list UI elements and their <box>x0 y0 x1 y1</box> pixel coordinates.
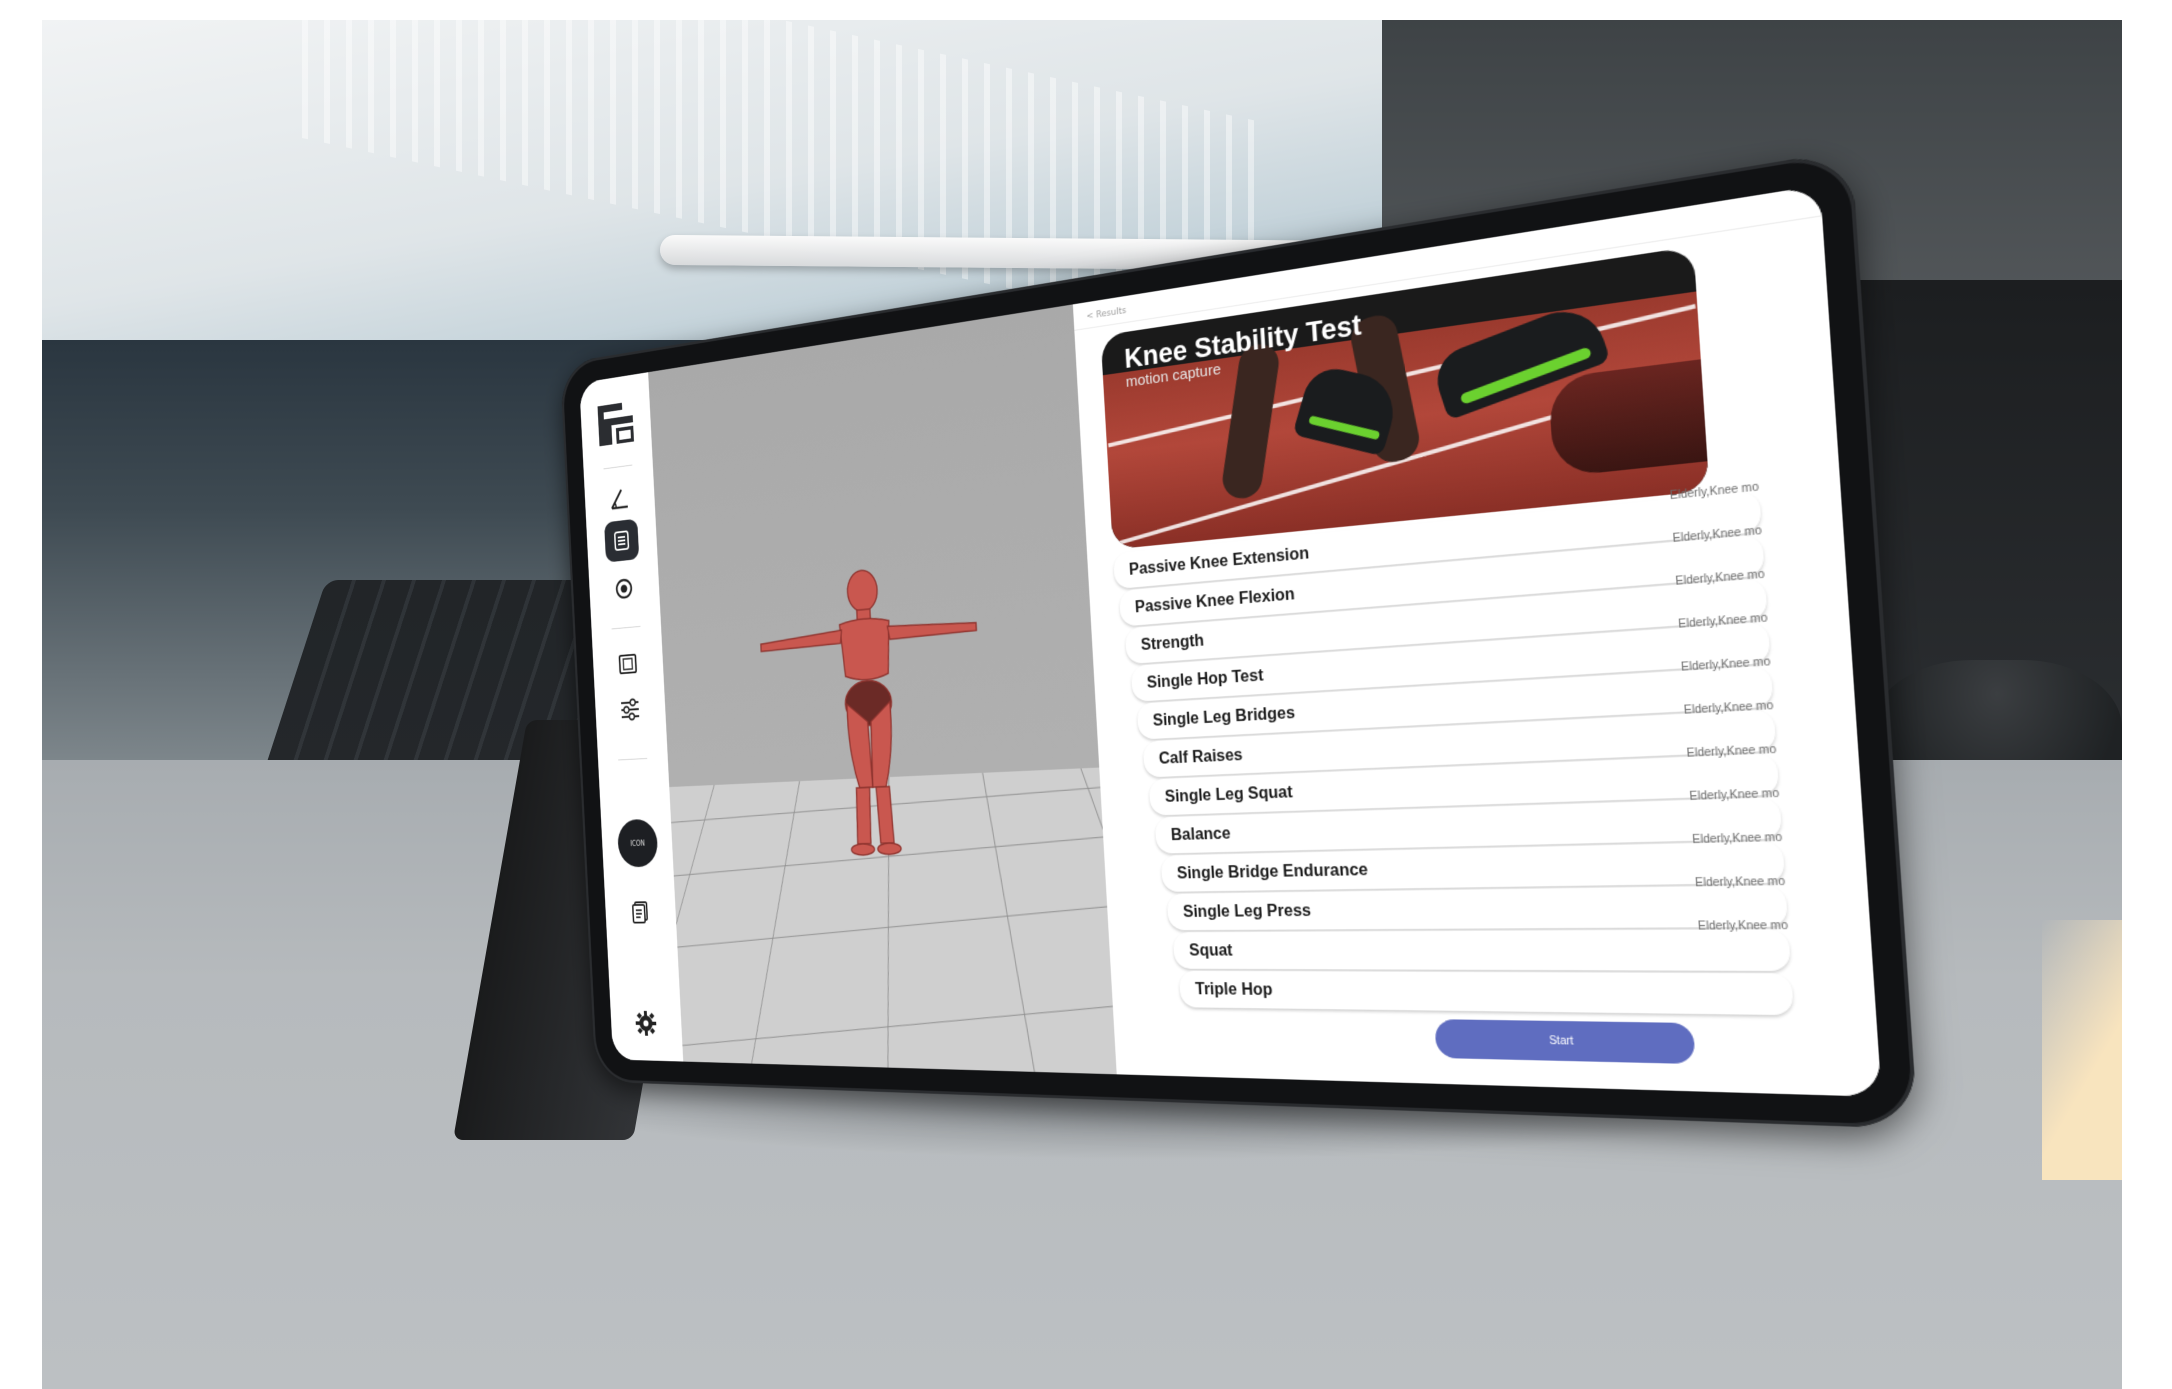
tablet-wrapper: ICON < Results Knee Stability Test motio… <box>450 149 1919 1129</box>
sidebar-divider <box>611 625 641 630</box>
exercise-label: Single Leg Press <box>1182 902 1312 922</box>
sidebar-divider <box>618 757 648 761</box>
icon-circle-button[interactable]: ICON <box>616 818 659 868</box>
exercise-label: Single Leg Squat <box>1164 783 1294 806</box>
gear-icon[interactable] <box>632 1007 660 1039</box>
exercise-label: Balance <box>1170 825 1232 845</box>
3d-mannequin[interactable] <box>742 550 1006 874</box>
tablet: ICON < Results Knee Stability Test motio… <box>559 149 1919 1129</box>
sliders-icon[interactable] <box>615 691 646 728</box>
breadcrumb[interactable]: < Results <box>1086 306 1126 322</box>
angle-measure-icon[interactable] <box>604 479 635 518</box>
list-icon[interactable] <box>604 518 640 563</box>
logo-icon[interactable] <box>593 395 639 452</box>
exercise-label: Single Hop Test <box>1146 667 1264 692</box>
exercise-list: Passive Knee Extension Elderly,Knee mo Pas… <box>1113 481 1876 1019</box>
exercise-tag: Elderly,Knee mo <box>1692 831 1783 847</box>
photo-scene: ICON < Results Knee Stability Test motio… <box>0 0 2172 1389</box>
exercise-label: Passive Knee Flexion <box>1134 585 1296 617</box>
exercise-label: Single Leg Bridges <box>1152 704 1296 730</box>
exercise-label: Strength <box>1140 632 1205 655</box>
motion-viewport[interactable] <box>648 304 1117 1075</box>
exercise-row[interactable]: Triple Hop <box>1178 970 1794 1016</box>
exercise-row[interactable]: Single Leg Press Elderly,Knee mo <box>1166 876 1789 931</box>
runner-arm <box>1220 342 1282 501</box>
media-frame-icon[interactable] <box>613 645 644 682</box>
tablet-screen: ICON < Results Knee Stability Test motio… <box>579 185 1882 1097</box>
document-icon[interactable] <box>625 894 656 930</box>
exercise-label: Squat <box>1188 942 1234 960</box>
exercise-label: Triple Hop <box>1194 980 1273 1000</box>
test-panel: < Results Knee Stability Test motion cap… <box>1072 185 1882 1097</box>
exercise-row[interactable]: Squat Elderly,Knee mo <box>1172 920 1791 971</box>
exercise-tag: Elderly,Knee mo <box>1694 875 1786 890</box>
start-button[interactable]: Start <box>1434 1019 1696 1065</box>
light-flare <box>2042 920 2122 1180</box>
runner-leg <box>1547 359 1708 478</box>
exercise-label: Single Bridge Endurance <box>1176 861 1369 883</box>
record-icon[interactable] <box>609 570 640 608</box>
sidebar-divider <box>603 464 633 470</box>
icon-circle-button-label: ICON <box>630 839 646 848</box>
exercise-label: Passive Knee Extension <box>1128 544 1310 579</box>
exercise-label: Calf Raises <box>1158 746 1244 768</box>
exercise-tag: Elderly,Knee mo <box>1686 743 1777 761</box>
exercise-tag: Elderly,Knee mo <box>1697 919 1789 934</box>
exercise-tag: Elderly,Knee mo <box>1689 787 1780 804</box>
